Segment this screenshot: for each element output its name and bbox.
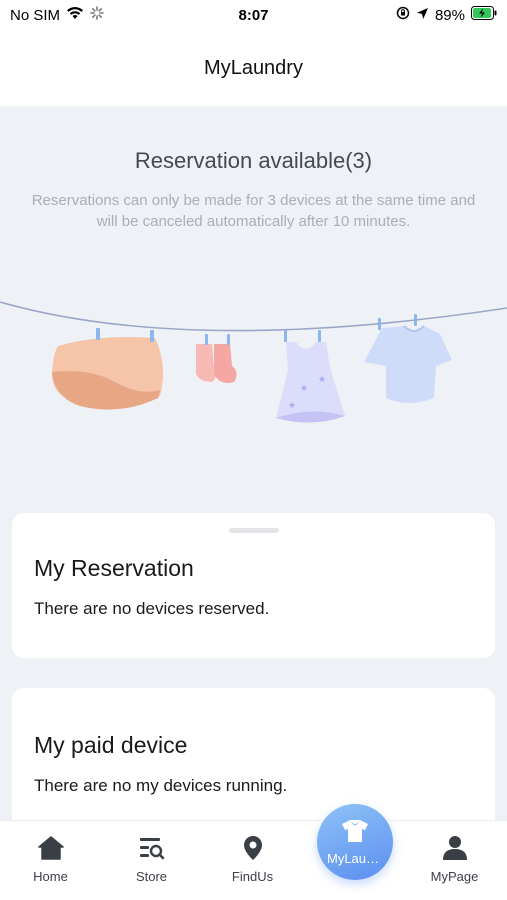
tab-bar: Home Store FindUs MyPage bbox=[0, 820, 507, 900]
tab-mypage[interactable]: MyPage bbox=[404, 821, 505, 900]
svg-text:★: ★ bbox=[288, 400, 296, 410]
location-arrow-icon bbox=[416, 7, 429, 24]
nav-bar: MyLaundry bbox=[0, 30, 507, 106]
no-paid-device-text: There are no my devices running. bbox=[34, 776, 288, 795]
clothesline-illustration: ★ ★ ★ bbox=[0, 301, 507, 423]
my-reservation-card[interactable]: My Reservation There are no devices rese… bbox=[12, 513, 495, 658]
tab-findus[interactable]: FindUs bbox=[202, 821, 303, 900]
map-pin-icon bbox=[238, 833, 268, 863]
reservation-available-title: Reservation available(3) bbox=[134, 148, 373, 173]
battery-charging-icon bbox=[471, 6, 497, 24]
reservation-description: Reservations can only be made for 3 devi… bbox=[31, 192, 476, 230]
sheet-grabber-handle[interactable] bbox=[229, 528, 279, 533]
status-right: 89% bbox=[396, 6, 497, 24]
tab-store-label: Store bbox=[135, 869, 168, 884]
user-icon bbox=[440, 833, 470, 863]
status-bar: No SIM 8:07 89% bbox=[0, 0, 507, 30]
orientation-lock-icon bbox=[396, 6, 410, 24]
carrier-label: No SIM bbox=[10, 6, 61, 24]
svg-text:★: ★ bbox=[300, 383, 308, 393]
tab-home-label: Home bbox=[33, 869, 68, 884]
tab-mylaundry-active-bubble[interactable]: MyLaundry bbox=[317, 804, 393, 880]
tab-home[interactable]: Home bbox=[0, 821, 101, 900]
store-search-icon bbox=[137, 833, 167, 863]
svg-text:★: ★ bbox=[318, 374, 326, 384]
tab-mypage-label: MyPage bbox=[430, 869, 479, 884]
tab-mylaundry[interactable]: MyLaundry bbox=[314, 801, 396, 883]
page-title: MyLaundry bbox=[204, 56, 303, 79]
tab-store[interactable]: Store bbox=[101, 821, 202, 900]
my-reservation-title: My Reservation bbox=[34, 555, 194, 581]
wifi-icon bbox=[66, 6, 84, 24]
tab-mylaundry-label: MyLaundry bbox=[327, 850, 383, 866]
home-icon bbox=[36, 833, 66, 863]
battery-percent: 89% bbox=[434, 6, 465, 24]
activity-spinner-icon bbox=[90, 6, 104, 24]
tshirt-icon bbox=[341, 819, 369, 848]
status-left: No SIM bbox=[10, 6, 104, 24]
reservation-hero: Reservation available(3) Reservations ca… bbox=[0, 106, 507, 526]
my-paid-device-title: My paid device bbox=[34, 732, 188, 758]
tab-findus-label: FindUs bbox=[231, 869, 274, 884]
no-reservation-text: There are no devices reserved. bbox=[34, 599, 270, 618]
